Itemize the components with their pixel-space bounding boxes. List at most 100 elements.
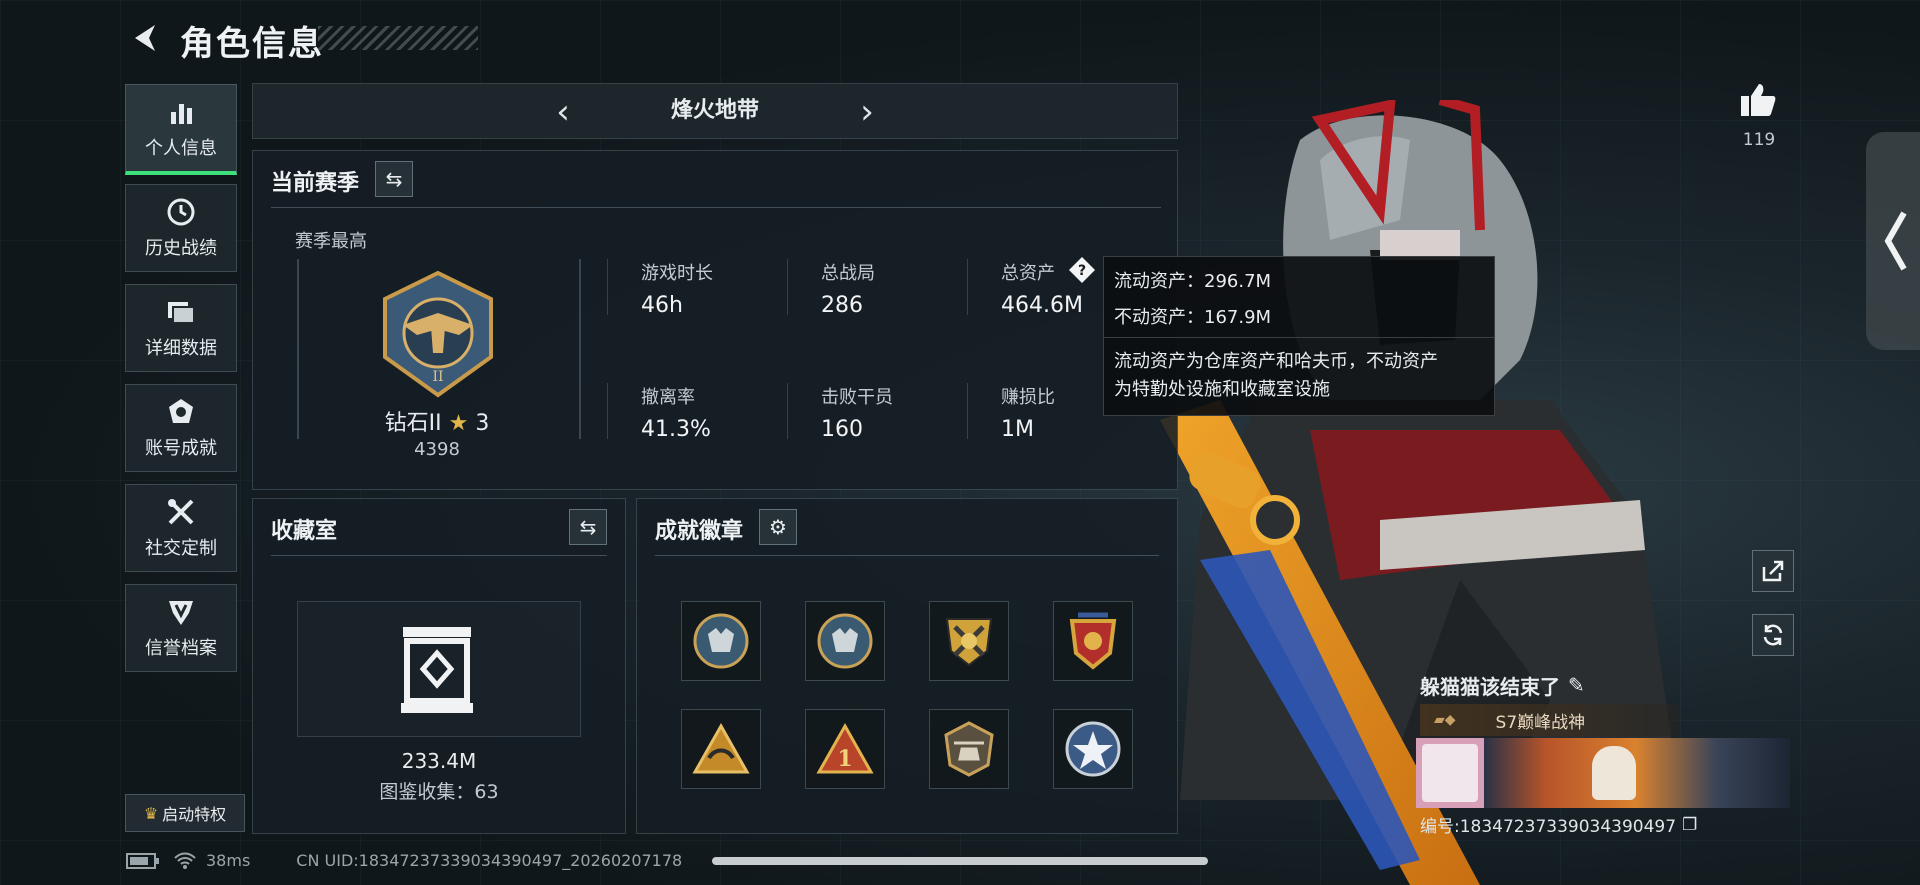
- weapon-emblem-icon: ▰◆: [1434, 712, 1456, 728]
- badges-settings-button[interactable]: ⚙: [759, 509, 797, 545]
- tooltip-desc-line1: 流动资产为仓库资产和哈夫币，不动资产: [1114, 351, 1438, 372]
- triangle-badge[interactable]: [681, 709, 761, 789]
- sidebar-item-history[interactable]: 历史战绩: [125, 184, 237, 272]
- badges-title: 成就徽章: [655, 519, 744, 544]
- sidebar-item-reputation[interactable]: 信誉档案: [125, 584, 237, 672]
- back-button[interactable]: [126, 18, 166, 58]
- divider: [607, 383, 608, 439]
- battery-icon: [126, 852, 159, 869]
- star-icon: ★: [448, 411, 469, 436]
- wolf-badge-2[interactable]: [805, 601, 885, 681]
- ping-value: 38ms: [206, 851, 251, 870]
- stat-value: 41.3%: [641, 417, 711, 442]
- avatar: [1422, 744, 1478, 802]
- collection-panel: 收藏室 ⇆ 233.4M 图鉴收集：63: [252, 498, 626, 834]
- season-best-label: 赛季最高: [295, 231, 367, 252]
- thumbs-up-icon: [1741, 84, 1776, 116]
- stat-value: 286: [821, 293, 863, 318]
- medal-icon: [167, 396, 195, 428]
- collection-value: 233.4M: [401, 749, 477, 773]
- player-name-row: 躲猫猫该结束了 ✎: [1420, 668, 1680, 702]
- back-arrow-icon: [135, 25, 155, 51]
- copy-icon[interactable]: ❐: [1682, 815, 1697, 835]
- stat-label: 总资产: [1001, 263, 1055, 284]
- rank-score: 4398: [414, 439, 460, 460]
- player-title-plate: ▰◆ S7巅峰战神: [1420, 704, 1680, 736]
- clock-icon: [166, 196, 196, 228]
- edit-name-icon[interactable]: ✎: [1568, 673, 1585, 697]
- mode-title: 烽火地带: [670, 98, 759, 123]
- sidebar-item-label: 社交定制: [145, 538, 217, 559]
- sidebar-item-label: 信誉档案: [145, 638, 217, 659]
- helicopter-badge[interactable]: [929, 709, 1009, 789]
- swap-icon: ⇆: [385, 167, 403, 191]
- divider: [271, 207, 1161, 208]
- rank-name: 钻石II: [384, 411, 442, 436]
- sidebar-item-details[interactable]: 详细数据: [125, 284, 237, 372]
- banner-character: [1592, 746, 1636, 800]
- divider: [967, 383, 968, 439]
- shield-crossed-badge[interactable]: [929, 601, 1009, 681]
- wolf-badge[interactable]: [681, 601, 761, 681]
- title-decoration: [318, 26, 478, 50]
- player-title: S7巅峰战神: [1495, 712, 1586, 733]
- rank-one-badge[interactable]: 1: [805, 709, 885, 789]
- season-panel: 当前赛季 ⇆ 赛季最高 II 钻石II ★ 3 4398 游戏时长 46h 总战…: [252, 150, 1178, 490]
- rank-stars: 3: [475, 411, 490, 436]
- season-switch-button[interactable]: ⇆: [375, 161, 413, 197]
- collection-title: 收藏室: [271, 519, 338, 544]
- chevron-right-icon: ›: [860, 92, 874, 132]
- divider: [1104, 337, 1494, 338]
- tooltip-liquid: 流动资产：296.7M: [1114, 271, 1272, 292]
- rank-line: 钻石II ★ 3: [335, 405, 539, 437]
- collection-count: 图鉴收集：63: [379, 781, 499, 803]
- stat-label: 游戏时长: [641, 263, 713, 284]
- stat-value: 160: [821, 417, 863, 442]
- status-bar: 38ms CN UID:18347237339034390497_2026020…: [126, 851, 682, 870]
- red-shield-badge[interactable]: [1053, 601, 1133, 681]
- stat-value: 1M: [1001, 417, 1034, 442]
- like-button[interactable]: [1738, 80, 1778, 120]
- mode-next-button[interactable]: ›: [847, 92, 887, 132]
- rank-emblem: II: [383, 270, 493, 398]
- collection-switch-button[interactable]: ⇆: [569, 509, 607, 545]
- asset-info-button[interactable]: ?: [1067, 255, 1097, 285]
- stat-value: 464.6M: [1001, 293, 1083, 318]
- tooltip-fixed: 不动资产：167.9M: [1114, 307, 1272, 328]
- divider: [787, 259, 788, 315]
- chevron-left-icon: ‹: [556, 92, 570, 132]
- sidebar-item-label: 账号成就: [145, 438, 217, 459]
- chevron-left-icon: [1884, 211, 1907, 271]
- sidebar-item-social[interactable]: 社交定制: [125, 484, 237, 572]
- tooltip-desc-line2: 为特勤处设施和收藏室设施: [1114, 379, 1330, 400]
- refresh-button[interactable]: [1752, 614, 1794, 656]
- shield-icon: [167, 596, 195, 628]
- privilege-button[interactable]: ♛ 启动特权: [125, 794, 245, 832]
- folder-icon: [166, 296, 196, 328]
- divider: [655, 555, 1159, 556]
- player-banner[interactable]: [1416, 738, 1790, 808]
- stat-label: 赚损比: [1001, 387, 1055, 408]
- share-button[interactable]: [1752, 550, 1794, 592]
- divider: [607, 259, 608, 315]
- crown-icon: ♛: [143, 803, 159, 823]
- star-badge[interactable]: [1053, 709, 1133, 789]
- player-name: 躲猫猫该结束了: [1420, 674, 1560, 699]
- sidebar-item-achievements[interactable]: 账号成就: [125, 384, 237, 472]
- vault-icon: [401, 627, 473, 713]
- side-panel-toggle[interactable]: [1866, 132, 1920, 350]
- gear-icon: ⚙: [769, 515, 787, 539]
- privilege-label: 启动特权: [162, 805, 227, 824]
- help-icon: ?: [1069, 257, 1095, 283]
- sidebar-item-label: 历史战绩: [145, 238, 217, 259]
- divider: [271, 555, 607, 556]
- badges-panel: 成就徽章 ⚙ 1: [636, 498, 1178, 834]
- divider: [967, 259, 968, 315]
- asset-tooltip: 流动资产：296.7M 不动资产：167.9M 流动资产为仓库资产和哈夫币，不动…: [1103, 256, 1495, 416]
- stat-value: 46h: [641, 293, 683, 318]
- bar-chart-icon: [167, 96, 195, 128]
- mode-prev-button[interactable]: ‹: [543, 92, 583, 132]
- sidebar-item-personal-info[interactable]: 个人信息: [125, 84, 237, 175]
- stat-label: 撤离率: [641, 387, 695, 408]
- player-id: 编号:18347237339034390497: [1420, 817, 1677, 837]
